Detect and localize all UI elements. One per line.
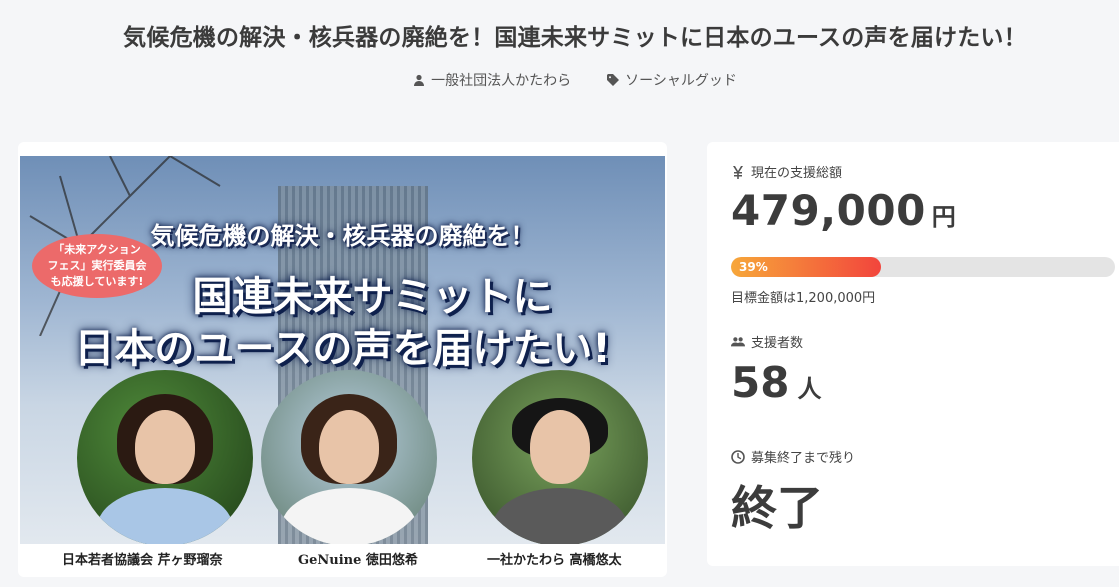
tag-icon <box>607 74 620 86</box>
amount-label: 現在の支援総額 <box>731 162 842 181</box>
caption-2: GeNuine 徳田悠希 <box>298 552 418 568</box>
owner-name: 一般社団法人かたわら <box>431 73 572 89</box>
backers-label-text: 支援者数 <box>751 336 804 351</box>
portrait-3 <box>472 370 648 546</box>
amount-unit: 円 <box>931 203 957 231</box>
stats-panel: 現在の支援総額 479,000 円 39% 目標金額は1,200,000円 支援者… <box>707 142 1119 566</box>
portrait-face <box>530 410 590 484</box>
project-meta: 一般社団法人かたわら ソーシャルグッド <box>0 70 1119 90</box>
progress-fill: 39% <box>731 257 881 277</box>
users-icon <box>731 336 745 346</box>
amount-number: 479,000 <box>731 186 926 235</box>
portrait-body <box>281 488 417 546</box>
time-label: 募集終了まで残り <box>731 447 855 466</box>
portrait-1 <box>77 370 253 546</box>
page-title: 気候危機の解決・核兵器の廃絶を！国連未来サミットに日本のユースの声を届けたい！ <box>123 25 1027 51</box>
category-name: ソーシャルグッド <box>625 73 737 89</box>
yen-icon <box>733 165 743 179</box>
time-label-text: 募集終了まで残り <box>751 451 856 466</box>
time-remaining-value: 終了 <box>731 481 823 535</box>
backers-number: 58 <box>731 358 790 407</box>
amount-value: 479,000 円 <box>731 186 956 235</box>
hero-image-card: 気候危機の解決・核兵器の廃絶を！ 「未来アクション フェス」実行委員会 も応援し… <box>18 142 667 577</box>
user-icon <box>414 74 425 86</box>
backers-value: 58 人 <box>731 358 821 407</box>
backers-label: 支援者数 <box>731 332 803 351</box>
caption-3: 一社かたわら 高橋悠太 <box>487 552 622 568</box>
caption-1: 日本若者協議会 芹ヶ野瑠奈 <box>62 552 223 568</box>
progress-bar: 39% <box>731 257 1115 277</box>
category-link[interactable]: ソーシャルグッド <box>607 70 737 90</box>
portrait-2 <box>261 370 437 546</box>
portrait-body <box>97 488 233 546</box>
portrait-body <box>492 488 628 546</box>
hero-headline-3: 日本のユースの声を届けたい! <box>74 326 611 372</box>
portrait-captions: 日本若者協議会 芹ヶ野瑠奈 GeNuine 徳田悠希 一社かたわら 高橋悠太 <box>20 544 665 572</box>
clock-icon <box>731 449 745 464</box>
owner-link[interactable]: 一般社団法人かたわら <box>413 70 571 90</box>
hero-headline-2: 国連未来サミットに <box>192 274 553 320</box>
amount-label-text: 現在の支援総額 <box>751 166 843 181</box>
backers-unit: 人 <box>797 375 822 403</box>
badge-line-1: 「未来アクション <box>53 243 141 256</box>
portrait-face <box>319 410 379 484</box>
goal-text: 目標金額は1,200,000円 <box>731 291 876 306</box>
portrait-face <box>135 410 195 484</box>
hero-image: 気候危機の解決・核兵器の廃絶を！ 「未来アクション フェス」実行委員会 も応援し… <box>20 156 665 572</box>
